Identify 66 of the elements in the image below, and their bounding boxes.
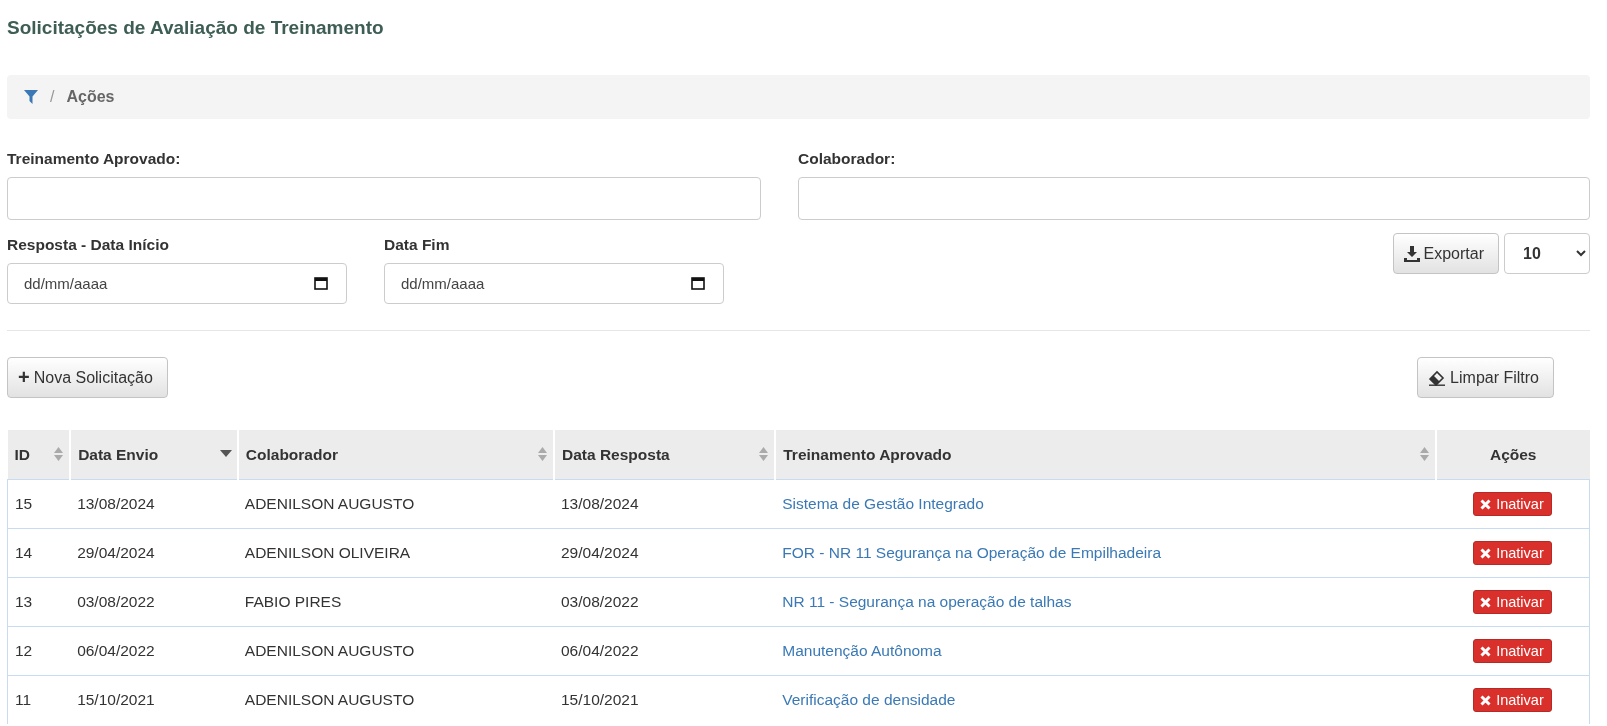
page-size-select[interactable]: 10 — [1504, 233, 1590, 274]
training-link[interactable]: NR 11 - Segurança na operação de talhas — [782, 593, 1072, 610]
close-icon — [1480, 498, 1492, 510]
export-button[interactable]: Exportar — [1392, 233, 1499, 274]
page-title: Solicitações de Avaliação de Treinamento — [7, 17, 385, 39]
deactivate-button[interactable]: Inativar — [1473, 639, 1552, 663]
date-field[interactable]: dd/mm/aaaa — [7, 263, 347, 304]
table-cell: 15 — [15, 495, 33, 512]
sort-descending-icon[interactable] — [219, 450, 232, 457]
table-cell: 15/10/2021 — [561, 691, 639, 708]
training-link[interactable]: FOR - NR 11 Segurança na Operação de Empilhadeira — [782, 544, 1162, 561]
table-cell: 12 — [15, 642, 33, 659]
table-cell: ADENILSON AUGUSTO — [244, 495, 415, 512]
close-icon — [1480, 596, 1492, 608]
table-cell: FABIO PIRES — [244, 593, 342, 610]
field-label: Data Fim — [384, 236, 451, 254]
column-header[interactable]: Ações — [1489, 445, 1537, 463]
field-label: Colaborador: — [798, 150, 897, 168]
close-icon — [1480, 694, 1492, 706]
new-request-button[interactable]: + Nova Solicitação — [7, 357, 168, 398]
table-cell: 29/04/2024 — [77, 544, 155, 561]
field-label: Treinamento Aprovado: — [7, 150, 182, 168]
deactivate-button[interactable]: Inativar — [1473, 688, 1552, 712]
table-cell: 06/04/2022 — [77, 642, 155, 659]
table-cell: 13 — [15, 593, 33, 610]
eraser-icon — [1428, 369, 1447, 386]
table-cell: 03/08/2022 — [561, 593, 639, 610]
text-field[interactable] — [7, 177, 761, 220]
sort-icon[interactable] — [1418, 446, 1430, 462]
sort-icon[interactable] — [537, 446, 548, 462]
column-header[interactable]: Data Resposta — [562, 445, 670, 463]
deactivate-button[interactable]: Inativar — [1473, 590, 1552, 614]
calendar-icon[interactable] — [314, 276, 328, 290]
column-header[interactable]: ID — [14, 445, 30, 463]
table-cell: ADENILSON OLIVEIRA — [244, 544, 411, 561]
table-cell: 03/08/2022 — [77, 593, 155, 610]
table-cell: 14 — [15, 544, 33, 561]
training-link[interactable]: Sistema de Gestão Integrado — [782, 495, 984, 512]
calendar-icon[interactable] — [691, 276, 705, 290]
training-link[interactable]: Verificação de densidade — [782, 691, 956, 708]
deactivate-button[interactable]: Inativar — [1473, 492, 1552, 516]
field-label: Resposta - Data Início — [7, 236, 170, 254]
sort-icon[interactable] — [758, 446, 770, 462]
table-cell: 06/04/2022 — [561, 642, 639, 659]
table-cell: 15/10/2021 — [77, 691, 155, 708]
training-link[interactable]: Manutenção Autônoma — [782, 642, 942, 659]
sort-icon[interactable] — [53, 446, 65, 462]
text-field[interactable] — [798, 177, 1590, 220]
close-icon — [1480, 547, 1492, 559]
breadcrumb-separator: / — [50, 88, 55, 106]
table-cell: 11 — [15, 691, 32, 708]
table-cell: 13/08/2024 — [561, 495, 639, 512]
filter-icon[interactable] — [24, 90, 38, 104]
download-icon — [1403, 245, 1420, 262]
date-field[interactable]: dd/mm/aaaa — [384, 263, 724, 304]
deactivate-button[interactable]: Inativar — [1473, 541, 1552, 565]
column-header[interactable]: Treinamento Aprovado — [783, 445, 952, 463]
table-cell: ADENILSON AUGUSTO — [244, 642, 415, 659]
close-icon — [1480, 645, 1492, 657]
column-header[interactable]: Data Envio — [78, 445, 159, 463]
clear-filter-button[interactable]: Limpar Filtro — [1417, 357, 1554, 398]
table-cell: ADENILSON AUGUSTO — [244, 691, 415, 708]
breadcrumb-item: Ações — [66, 88, 115, 106]
column-header[interactable]: Colaborador — [245, 445, 338, 463]
table-cell: 29/04/2024 — [561, 544, 639, 561]
table-cell: 13/08/2024 — [77, 495, 155, 512]
